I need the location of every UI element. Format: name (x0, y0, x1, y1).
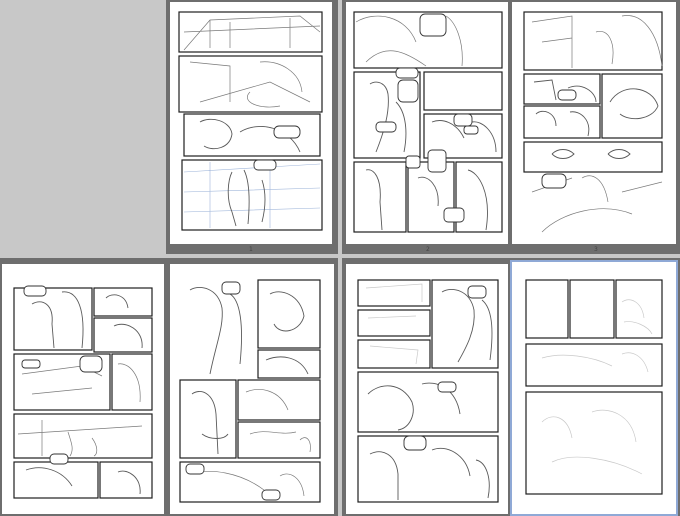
page-thumbnail-selected[interactable] (510, 260, 678, 516)
page-layout-art (525, 279, 663, 495)
page-thumbnail[interactable] (170, 264, 334, 514)
page-thumbnail[interactable]: 2 (346, 2, 508, 253)
page-pencil-art (353, 11, 503, 233)
page-number: 1 (249, 246, 253, 253)
page-number: 3 (594, 246, 598, 253)
page-thumbnail[interactable] (2, 264, 164, 514)
page-pencil-art (13, 285, 153, 499)
page-pencil-art (357, 279, 499, 503)
page-thumbnail[interactable]: 1 (170, 2, 332, 253)
page-thumbnail[interactable]: 3 (512, 2, 676, 253)
page-thumbnail-workspace: { "workspace": { "background": "#c8c8c8"… (0, 0, 680, 516)
page-thumbnail[interactable] (346, 264, 508, 514)
page-number: 2 (426, 246, 430, 253)
page-pencil-art (179, 279, 321, 503)
page-pencil-art (523, 11, 663, 233)
page-pencil-art (178, 11, 323, 231)
